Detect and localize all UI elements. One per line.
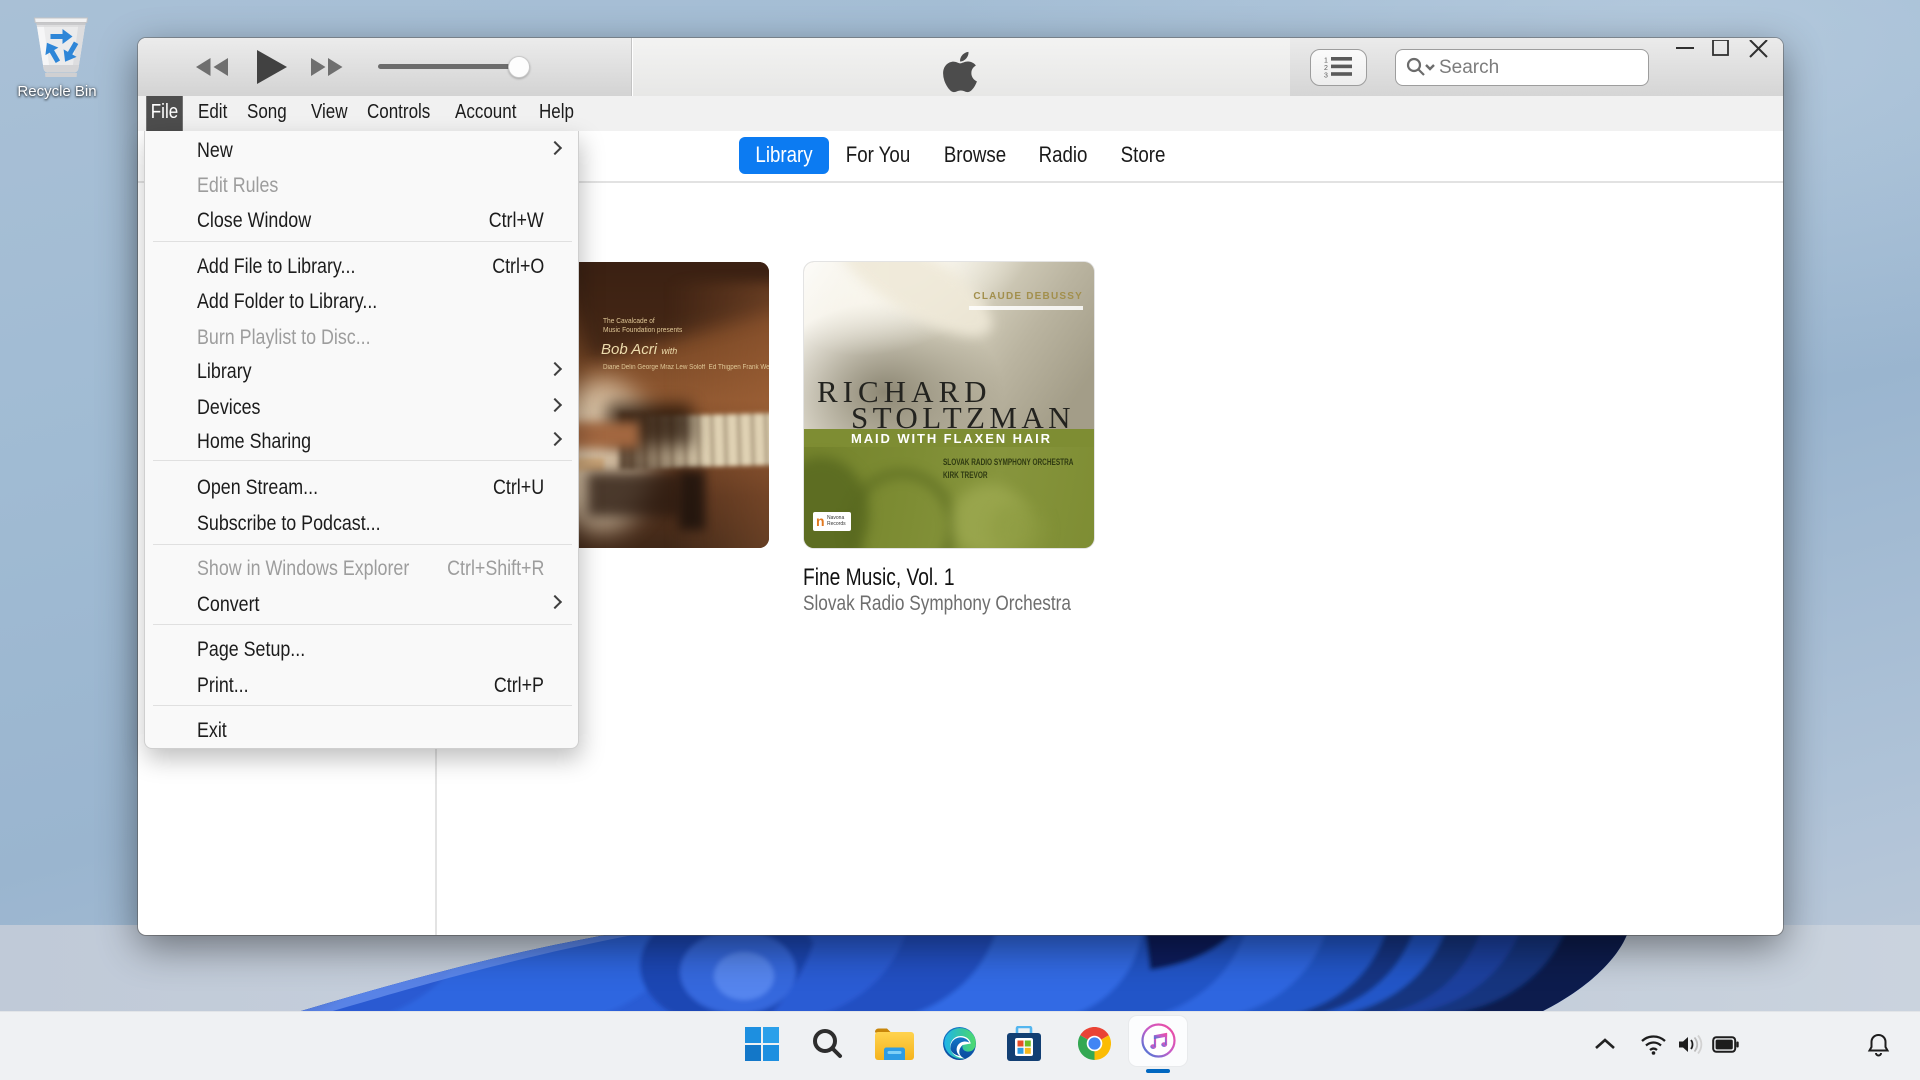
- svg-text:1: 1: [1324, 58, 1328, 65]
- svg-text:3: 3: [1324, 73, 1328, 79]
- svg-text:2: 2: [1324, 65, 1328, 72]
